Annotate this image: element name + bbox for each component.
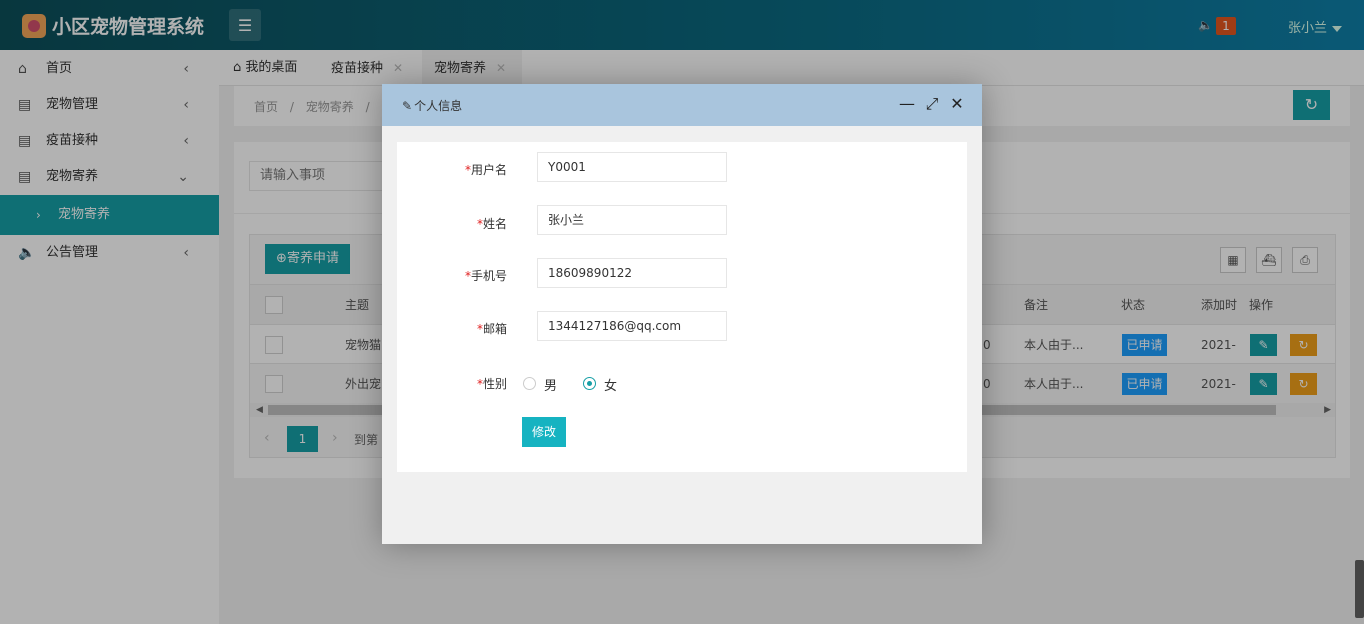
radio-male-label[interactable]: 男	[544, 375, 557, 394]
label-text: 用户名	[470, 163, 507, 177]
edit-icon: ✎	[402, 99, 413, 113]
profile-form: *用户名 Y0001 *姓名 张小兰 *手机号 18609890122 *邮箱 …	[397, 142, 967, 472]
email-label: *邮箱	[397, 320, 507, 337]
name-field[interactable]: 张小兰	[537, 205, 727, 235]
label-text: 性别	[482, 377, 507, 391]
name-label: *姓名	[397, 215, 507, 232]
label-text: 邮箱	[482, 322, 507, 336]
radio-female[interactable]	[583, 377, 596, 390]
email-field[interactable]: 1344127186@qq.com	[537, 311, 727, 341]
label-text: 手机号	[470, 269, 507, 283]
radio-male[interactable]	[523, 377, 536, 390]
label-text: 姓名	[482, 217, 507, 231]
phone-label: *手机号	[397, 267, 507, 284]
username-label: *用户名	[397, 161, 507, 178]
gender-radio-group: 男 女	[523, 375, 663, 394]
profile-modal: ✎ 个人信息 — ⤢ ✕ *用户名 Y0001 *姓名 张小兰 *手机号 1860…	[382, 84, 982, 544]
modal-title: ✎ 个人信息	[402, 97, 462, 114]
modal-title-text: 个人信息	[414, 99, 463, 113]
phone-field[interactable]: 18609890122	[537, 258, 727, 288]
modal-header[interactable]: ✎ 个人信息 — ⤢ ✕	[382, 84, 982, 126]
minimize-icon[interactable]: —	[898, 94, 916, 114]
maximize-icon[interactable]: ⤢	[923, 94, 941, 114]
side-widget	[1355, 560, 1364, 618]
close-icon[interactable]: ✕	[948, 94, 966, 114]
modify-button[interactable]: 修改	[522, 417, 566, 447]
username-field[interactable]: Y0001	[537, 152, 727, 182]
gender-label: *性别	[397, 375, 507, 392]
radio-female-label[interactable]: 女	[604, 375, 617, 394]
